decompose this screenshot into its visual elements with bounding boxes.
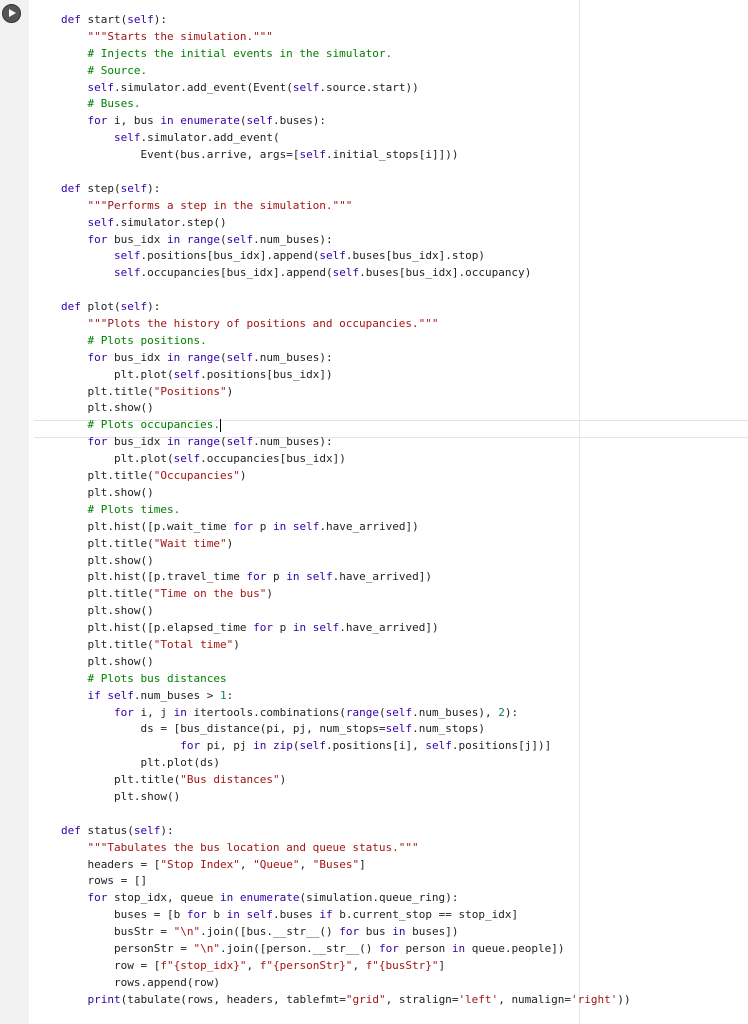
code-editor[interactable]: def start(self): """Starts the simulatio… bbox=[61, 12, 631, 1009]
code-line[interactable]: """Starts the simulation.""" bbox=[61, 29, 631, 46]
code-line[interactable]: plt.title("Total time") bbox=[61, 637, 631, 654]
code-line[interactable]: Event(bus.arrive, args=[self.initial_sto… bbox=[61, 147, 631, 164]
code-line[interactable]: plt.title("Occupancies") bbox=[61, 468, 631, 485]
code-line[interactable]: def step(self): bbox=[61, 181, 631, 198]
code-line[interactable]: for i, j in itertools.combinations(range… bbox=[61, 705, 631, 722]
code-line[interactable]: plt.plot(ds) bbox=[61, 755, 631, 772]
code-line[interactable]: plt.title("Wait time") bbox=[61, 536, 631, 553]
code-line[interactable]: print(tabulate(rows, headers, tablefmt="… bbox=[61, 992, 631, 1009]
code-line[interactable]: plt.hist([p.travel_time for p in self.ha… bbox=[61, 569, 631, 586]
code-line[interactable]: plt.title("Bus distances") bbox=[61, 772, 631, 789]
code-line[interactable]: plt.show() bbox=[61, 789, 631, 806]
code-line[interactable]: headers = ["Stop Index", "Queue", "Buses… bbox=[61, 857, 631, 874]
code-line[interactable] bbox=[61, 282, 631, 299]
code-line[interactable]: def status(self): bbox=[61, 823, 631, 840]
code-line[interactable]: # Plots occupancies. bbox=[61, 417, 631, 434]
code-line[interactable]: ds = [bus_distance(pi, pj, num_stops=sel… bbox=[61, 721, 631, 738]
code-line[interactable]: def start(self): bbox=[61, 12, 631, 29]
code-line[interactable]: row = [f"{stop_idx}", f"{personStr}", f"… bbox=[61, 958, 631, 975]
code-line[interactable]: buses = [b for b in self.buses if b.curr… bbox=[61, 907, 631, 924]
code-line[interactable]: plt.show() bbox=[61, 485, 631, 502]
code-line[interactable]: self.positions[bus_idx].append(self.buse… bbox=[61, 248, 631, 265]
code-line[interactable]: plt.show() bbox=[61, 654, 631, 671]
code-line[interactable]: rows.append(row) bbox=[61, 975, 631, 992]
code-line[interactable]: self.simulator.add_event(Event(self.sour… bbox=[61, 80, 631, 97]
code-line[interactable]: for pi, pj in zip(self.positions[i], sel… bbox=[61, 738, 631, 755]
code-line[interactable]: plt.title("Positions") bbox=[61, 384, 631, 401]
code-line[interactable]: plt.plot(self.positions[bus_idx]) bbox=[61, 367, 631, 384]
code-line[interactable]: rows = [] bbox=[61, 873, 631, 890]
code-line[interactable]: personStr = "\n".join([person.__str__() … bbox=[61, 941, 631, 958]
code-line[interactable]: for stop_idx, queue in enumerate(simulat… bbox=[61, 890, 631, 907]
code-line[interactable]: # Injects the initial events in the simu… bbox=[61, 46, 631, 63]
code-line[interactable]: # Plots bus distances bbox=[61, 671, 631, 688]
code-line[interactable]: # Plots positions. bbox=[61, 333, 631, 350]
code-line[interactable]: for bus_idx in range(self.num_buses): bbox=[61, 232, 631, 249]
code-line[interactable]: """Plots the history of positions and oc… bbox=[61, 316, 631, 333]
code-line[interactable]: # Buses. bbox=[61, 96, 631, 113]
code-line[interactable]: self.simulator.add_event( bbox=[61, 130, 631, 147]
code-line[interactable] bbox=[61, 806, 631, 823]
code-line[interactable]: for bus_idx in range(self.num_buses): bbox=[61, 434, 631, 451]
code-line[interactable]: # Plots times. bbox=[61, 502, 631, 519]
play-icon[interactable] bbox=[2, 4, 21, 23]
code-line[interactable] bbox=[61, 164, 631, 181]
code-line[interactable]: self.occupancies[bus_idx].append(self.bu… bbox=[61, 265, 631, 282]
code-line[interactable]: def plot(self): bbox=[61, 299, 631, 316]
code-line[interactable]: plt.title("Time on the bus") bbox=[61, 586, 631, 603]
code-line[interactable]: plt.show() bbox=[61, 603, 631, 620]
cell-gutter bbox=[0, 0, 29, 1024]
code-line[interactable]: """Tabulates the bus location and queue … bbox=[61, 840, 631, 857]
code-line[interactable]: plt.hist([p.wait_time for p in self.have… bbox=[61, 519, 631, 536]
code-line[interactable]: plt.plot(self.occupancies[bus_idx]) bbox=[61, 451, 631, 468]
code-line[interactable]: self.simulator.step() bbox=[61, 215, 631, 232]
code-line[interactable]: plt.show() bbox=[61, 553, 631, 570]
code-line[interactable]: busStr = "\n".join([bus.__str__() for bu… bbox=[61, 924, 631, 941]
code-line[interactable]: """Performs a step in the simulation.""" bbox=[61, 198, 631, 215]
code-line[interactable]: for bus_idx in range(self.num_buses): bbox=[61, 350, 631, 367]
code-line[interactable]: if self.num_buses > 1: bbox=[61, 688, 631, 705]
code-line[interactable]: for i, bus in enumerate(self.buses): bbox=[61, 113, 631, 130]
code-line[interactable]: # Source. bbox=[61, 63, 631, 80]
code-line[interactable]: plt.show() bbox=[61, 400, 631, 417]
text-cursor bbox=[219, 418, 221, 432]
code-line[interactable]: plt.hist([p.elapsed_time for p in self.h… bbox=[61, 620, 631, 637]
